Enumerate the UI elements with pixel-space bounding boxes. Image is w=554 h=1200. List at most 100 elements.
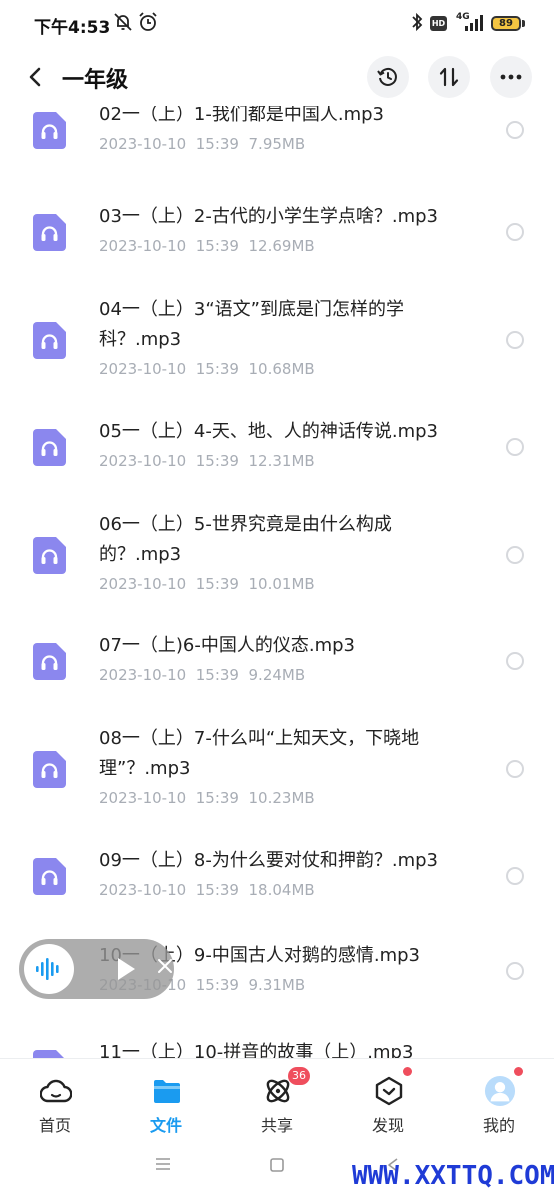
folder-icon bbox=[151, 1075, 183, 1107]
file-time: 15:39 bbox=[195, 666, 239, 684]
select-radio[interactable] bbox=[506, 867, 524, 885]
file-date: 2023-10-10 bbox=[99, 135, 187, 153]
watermark: WWW.XXTTQ.COM bbox=[352, 1161, 554, 1191]
file-meta: 2023-10-10 15:39 7.95MB bbox=[99, 135, 305, 153]
select-radio[interactable] bbox=[506, 121, 524, 139]
file-name: 07一（上)6-中国人的仪态.mp3 bbox=[99, 635, 356, 656]
signal-icon bbox=[465, 15, 483, 31]
home-square-icon[interactable] bbox=[268, 1156, 286, 1174]
file-date: 2023-10-10 bbox=[99, 789, 187, 807]
more-button[interactable] bbox=[490, 56, 532, 98]
discover-dot bbox=[403, 1067, 412, 1076]
select-radio[interactable] bbox=[506, 760, 524, 778]
audio-file-icon bbox=[33, 537, 66, 574]
more-icon bbox=[500, 74, 522, 80]
meta-gap bbox=[239, 452, 249, 470]
nav-me[interactable]: 我的 bbox=[444, 1059, 554, 1135]
menu-icon[interactable] bbox=[154, 1156, 172, 1172]
file-name: 09一（上）8-为什么要对仗和押韵？.mp3 bbox=[99, 850, 438, 871]
meta-gap bbox=[239, 789, 249, 807]
meta-gap bbox=[186, 360, 196, 378]
back-arrow-icon bbox=[29, 67, 41, 87]
file-name: 03一（上）2-古代的小学生学点啥？.mp3 bbox=[99, 206, 438, 227]
file-meta: 2023-10-10 15:39 9.24MB bbox=[99, 666, 305, 684]
file-size: 9.24MB bbox=[248, 666, 306, 684]
share-badge: 36 bbox=[288, 1067, 310, 1085]
file-meta: 2023-10-10 15:39 10.01MB bbox=[99, 575, 315, 593]
file-row[interactable]: 04一（上）3“语文”到底是门怎样的学科？.mp3 2023-10-10 15:3… bbox=[0, 295, 554, 385]
nav-home[interactable]: 首页 bbox=[0, 1059, 110, 1135]
file-row[interactable]: 05一（上）4-天、地、人的神话传说.mp3 2023-10-10 15:39 1… bbox=[0, 417, 554, 477]
file-time: 15:39 bbox=[195, 360, 239, 378]
status-bar: 下午4:53 HD 4G 89 bbox=[0, 0, 554, 50]
file-name: 08一（上）7-什么叫“上知天文，下晓地理”？.mp3 bbox=[99, 728, 420, 779]
file-size: 7.95MB bbox=[248, 135, 306, 153]
select-radio[interactable] bbox=[506, 438, 524, 456]
select-radio[interactable] bbox=[506, 331, 524, 349]
battery-tip bbox=[522, 20, 525, 27]
file-date: 2023-10-10 bbox=[99, 237, 187, 255]
nav-label-files: 文件 bbox=[149, 1116, 182, 1135]
player-wave-button[interactable] bbox=[24, 944, 74, 994]
nav-share[interactable]: 36 共享 bbox=[222, 1059, 332, 1135]
audio-file-icon bbox=[33, 1050, 64, 1058]
file-date: 2023-10-10 bbox=[99, 666, 187, 684]
file-name: 02一（上）1-我们都是中国人.mp3 bbox=[99, 106, 384, 125]
file-row[interactable]: 06一（上）5-世界究竟是由什么构成的？.mp3 2023-10-10 15:39… bbox=[0, 510, 554, 600]
audio-file-icon bbox=[33, 751, 66, 788]
meta-gap bbox=[239, 666, 249, 684]
file-name: 04一（上）3“语文”到底是门怎样的学科？.mp3 bbox=[99, 299, 405, 350]
nav-discover[interactable]: 发现 bbox=[333, 1059, 443, 1135]
select-radio[interactable] bbox=[506, 962, 524, 980]
nav-label-home: 首页 bbox=[38, 1116, 71, 1135]
battery-icon: 89 bbox=[491, 16, 521, 31]
mini-player[interactable] bbox=[19, 939, 174, 999]
history-button[interactable] bbox=[367, 56, 409, 98]
nav-files[interactable]: 文件 bbox=[111, 1059, 221, 1135]
back-button[interactable] bbox=[20, 60, 50, 94]
meta-gap bbox=[239, 881, 249, 899]
top-app-bar: 一年级 bbox=[0, 50, 554, 106]
meta-gap bbox=[186, 976, 196, 994]
file-time: 15:39 bbox=[195, 789, 239, 807]
me-dot bbox=[514, 1067, 523, 1076]
meta-gap bbox=[186, 237, 196, 255]
file-time: 15:39 bbox=[195, 135, 239, 153]
meta-gap bbox=[186, 452, 196, 470]
meta-gap bbox=[239, 237, 249, 255]
play-icon[interactable] bbox=[115, 956, 137, 982]
meta-gap bbox=[239, 575, 249, 593]
audio-wave-icon bbox=[36, 958, 59, 980]
meta-gap bbox=[186, 789, 196, 807]
file-size: 12.31MB bbox=[248, 452, 315, 470]
file-row[interactable]: 02一（上）1-我们都是中国人.mp3 2023-10-10 15:39 7.95… bbox=[0, 106, 554, 160]
select-radio[interactable] bbox=[506, 223, 524, 241]
file-size: 10.23MB bbox=[248, 789, 315, 807]
file-list: 02一（上）1-我们都是中国人.mp3 2023-10-10 15:39 7.95… bbox=[0, 106, 554, 1058]
audio-file-icon bbox=[33, 429, 66, 466]
file-date: 2023-10-10 bbox=[99, 575, 187, 593]
sort-button[interactable] bbox=[428, 56, 470, 98]
close-icon[interactable] bbox=[157, 958, 173, 974]
home-cloud-icon bbox=[40, 1075, 72, 1107]
file-size: 10.01MB bbox=[248, 575, 315, 593]
nav-label-me: 我的 bbox=[482, 1116, 515, 1135]
file-row[interactable]: 03一（上）2-古代的小学生学点啥？.mp3 2023-10-10 15:39 1… bbox=[0, 202, 554, 262]
file-time: 15:39 bbox=[195, 575, 239, 593]
status-time: 下午4:53 bbox=[34, 18, 111, 38]
file-row[interactable]: 08一（上）7-什么叫“上知天文，下晓地理”？.mp3 2023-10-10 15… bbox=[0, 724, 554, 814]
file-size: 18.04MB bbox=[248, 881, 315, 899]
audio-file-icon bbox=[33, 858, 66, 895]
file-row[interactable]: 11一（上）10-拼音的故事（上）.mp3 bbox=[0, 1038, 554, 1058]
meta-gap bbox=[239, 976, 249, 994]
file-row[interactable]: 09一（上）8-为什么要对仗和押韵？.mp3 2023-10-10 15:39 1… bbox=[0, 846, 554, 906]
audio-file-icon bbox=[33, 643, 66, 680]
select-radio[interactable] bbox=[506, 546, 524, 564]
file-meta: 2023-10-10 15:39 18.04MB bbox=[99, 881, 315, 899]
meta-gap bbox=[239, 135, 249, 153]
bottom-nav: 首页 文件 36 共享 发现 我的 bbox=[0, 1058, 554, 1135]
select-radio[interactable] bbox=[506, 652, 524, 670]
file-row[interactable]: 07一（上)6-中国人的仪态.mp3 2023-10-10 15:39 9.24M… bbox=[0, 631, 554, 691]
avatar-icon bbox=[484, 1075, 516, 1107]
file-time: 15:39 bbox=[195, 881, 239, 899]
